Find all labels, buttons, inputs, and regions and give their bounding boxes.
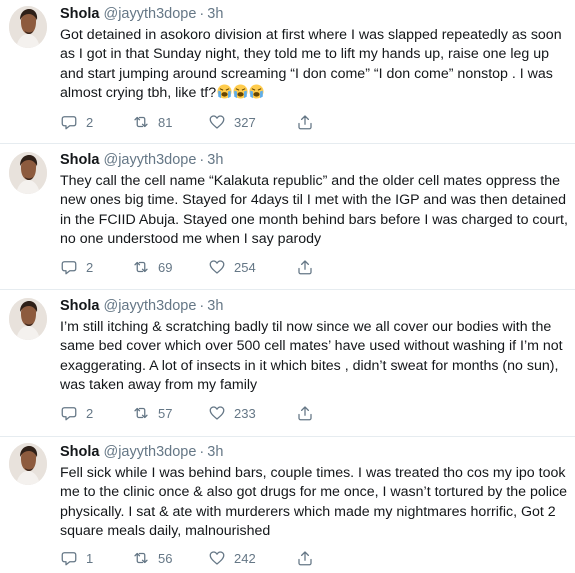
tweet[interactable]: Shola @jayyth3dope · 3h I’m still itching &… xyxy=(0,290,575,437)
separator-dot: · xyxy=(199,298,205,314)
reply-count: 2 xyxy=(86,405,94,421)
like-count: 233 xyxy=(234,405,256,421)
retweet-count: 57 xyxy=(158,405,173,421)
tweet[interactable]: Shola @jayyth3dope · 3h Fell sick while I w… xyxy=(0,437,575,573)
timestamp[interactable]: 3h xyxy=(207,6,223,22)
share-icon xyxy=(298,406,312,421)
like-button[interactable]: 254 xyxy=(208,258,296,276)
tweet-text: Fell sick while I was behind bars, coupl… xyxy=(60,465,572,540)
reply-count: 2 xyxy=(86,259,94,275)
tweet-text: Got detained in asokoro division at firs… xyxy=(60,26,569,104)
retweet-button[interactable]: 57 xyxy=(132,404,208,422)
retweet-icon xyxy=(134,407,148,419)
share-icon xyxy=(298,551,312,566)
author-name[interactable]: Shola xyxy=(60,298,99,314)
reply-button[interactable]: 2 xyxy=(60,113,132,131)
like-button[interactable]: 233 xyxy=(208,404,296,422)
like-icon xyxy=(209,115,225,129)
reply-icon xyxy=(61,407,77,421)
separator-dot: · xyxy=(199,6,205,22)
timestamp[interactable]: 3h xyxy=(207,152,223,168)
reply-icon xyxy=(61,116,77,130)
retweet-button[interactable]: 81 xyxy=(132,113,208,131)
avatar[interactable] xyxy=(9,6,47,48)
like-count: 327 xyxy=(234,114,256,130)
retweet-button[interactable]: 69 xyxy=(132,258,208,276)
tweet-text: They call the cell name “Kalakuta republ… xyxy=(60,173,572,248)
like-icon xyxy=(209,551,225,565)
tweet-header: Shola @jayyth3dope · 3h xyxy=(60,443,569,461)
author-handle[interactable]: @jayyth3dope xyxy=(103,298,196,314)
reply-count: 2 xyxy=(86,114,94,130)
author-handle[interactable]: @jayyth3dope xyxy=(103,6,196,22)
share-button[interactable] xyxy=(296,258,320,276)
like-icon xyxy=(209,260,225,274)
retweet-count: 69 xyxy=(158,259,173,275)
like-button[interactable]: 327 xyxy=(208,113,296,131)
retweet-icon xyxy=(134,261,148,273)
tweet[interactable]: Shola @jayyth3dope · 3h Got detained in aso… xyxy=(0,0,575,144)
loudly-crying-face-icon xyxy=(249,84,264,99)
like-icon xyxy=(209,406,225,420)
retweet-count: 56 xyxy=(158,550,173,566)
retweet-button[interactable]: 56 xyxy=(132,549,208,567)
tweet-actions: 2 69 254 xyxy=(60,257,320,277)
avatar[interactable] xyxy=(9,298,47,340)
tweet-header: Shola @jayyth3dope · 3h xyxy=(60,5,569,23)
tweet-actions: 2 81 327 xyxy=(60,112,320,132)
timestamp[interactable]: 3h xyxy=(207,298,223,314)
share-button[interactable] xyxy=(296,549,320,567)
reply-count: 1 xyxy=(86,550,94,566)
loudly-crying-face-icon xyxy=(233,84,248,99)
loudly-crying-face-icon xyxy=(217,84,232,99)
like-button[interactable]: 242 xyxy=(208,549,296,567)
tweet-content: Shola @jayyth3dope · 3h I’m still itching &… xyxy=(60,297,569,396)
retweet-icon xyxy=(134,552,148,564)
tweet-actions: 2 57 233 xyxy=(60,403,320,423)
avatar[interactable] xyxy=(9,443,47,485)
retweet-icon xyxy=(134,116,148,128)
reply-icon xyxy=(61,261,77,275)
timestamp[interactable]: 3h xyxy=(207,444,223,460)
separator-dot: · xyxy=(199,152,205,168)
avatar[interactable] xyxy=(9,152,47,194)
like-count: 242 xyxy=(234,550,256,566)
tweet-content: Shola @jayyth3dope · 3h Fell sick while I w… xyxy=(60,443,569,542)
reply-button[interactable]: 2 xyxy=(60,258,132,276)
tweet-thread: Shola @jayyth3dope · 3h Got detained in aso… xyxy=(0,0,575,573)
like-count: 254 xyxy=(234,259,256,275)
tweet-header: Shola @jayyth3dope · 3h xyxy=(60,151,569,169)
tweet[interactable]: Shola @jayyth3dope · 3h They call the cell … xyxy=(0,144,575,290)
tweet-content: Shola @jayyth3dope · 3h Got detained in aso… xyxy=(60,5,569,104)
author-name[interactable]: Shola xyxy=(60,444,99,460)
reply-button[interactable]: 2 xyxy=(60,404,132,422)
share-icon xyxy=(298,260,312,275)
separator-dot: · xyxy=(199,444,205,460)
author-name[interactable]: Shola xyxy=(60,152,99,168)
share-icon xyxy=(298,115,312,130)
tweet-content: Shola @jayyth3dope · 3h They call the cell … xyxy=(60,151,569,250)
share-button[interactable] xyxy=(296,404,320,422)
author-name[interactable]: Shola xyxy=(60,6,99,22)
reply-button[interactable]: 1 xyxy=(60,549,132,567)
tweet-text: I’m still itching & scratching badly til… xyxy=(60,319,567,394)
tweet-header: Shola @jayyth3dope · 3h xyxy=(60,297,569,315)
tweet-text-body: Got detained in asokoro division at firs… xyxy=(60,27,566,102)
retweet-count: 81 xyxy=(158,114,173,130)
author-handle[interactable]: @jayyth3dope xyxy=(103,444,196,460)
author-handle[interactable]: @jayyth3dope xyxy=(103,152,196,168)
tweet-actions: 1 56 242 xyxy=(60,548,320,568)
reply-icon xyxy=(61,552,77,566)
share-button[interactable] xyxy=(296,113,320,131)
